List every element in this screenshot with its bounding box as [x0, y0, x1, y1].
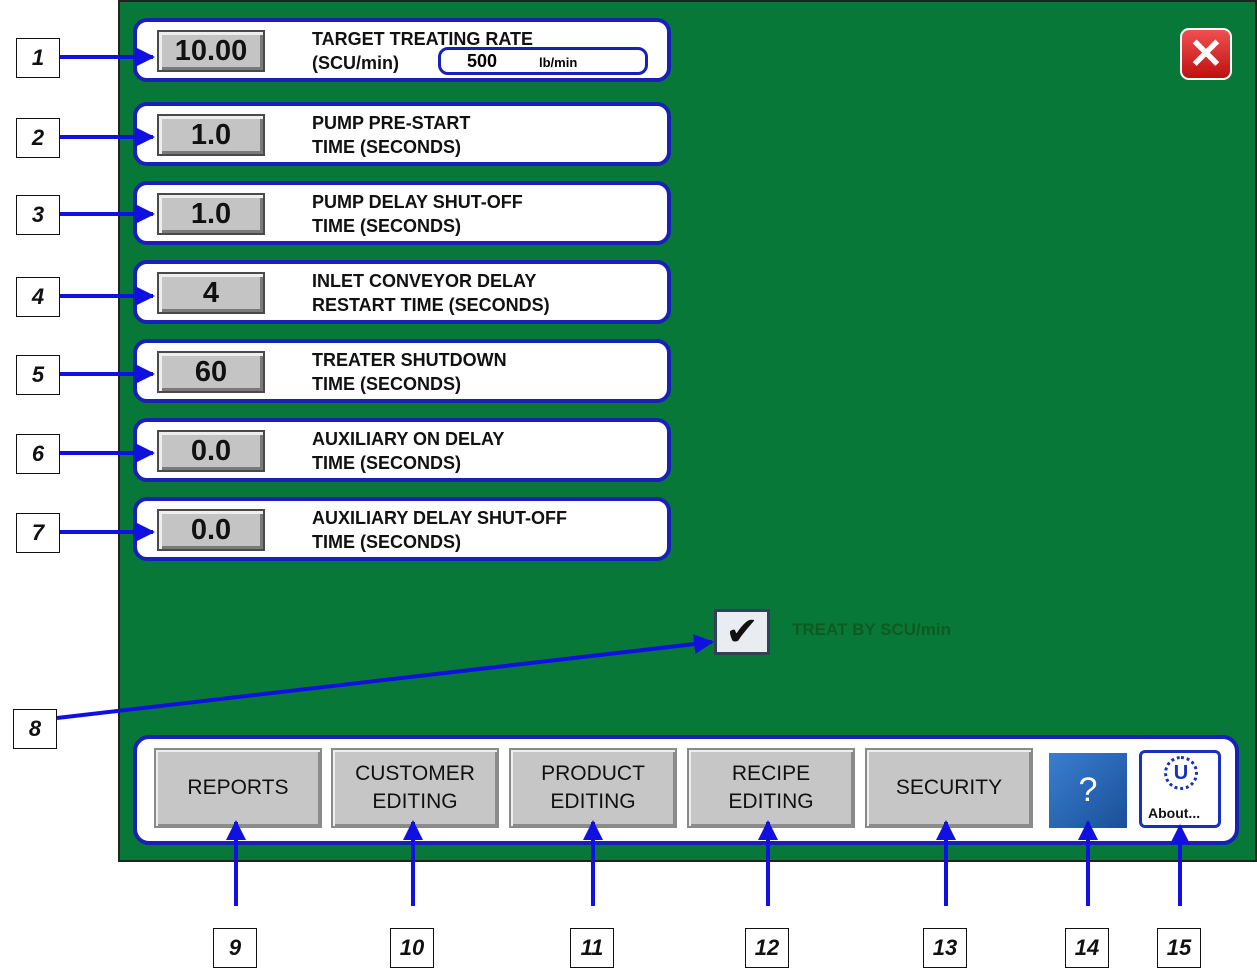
callout-6: 6: [16, 434, 60, 474]
callout-14: 14: [1065, 928, 1109, 968]
callout-10: 10: [390, 928, 434, 968]
callout-2: 2: [16, 118, 60, 158]
rate-value: 500: [467, 51, 498, 71]
pump-pre-start-label: PUMP PRE-START TIME (SECONDS): [312, 113, 471, 157]
callout-9: 9: [213, 928, 257, 968]
callout-1: 1: [16, 38, 60, 78]
treat-by-scu-checkbox[interactable]: ✔: [714, 609, 770, 655]
recipe-editing-button[interactable]: RECIPE EDITING: [687, 748, 855, 828]
callout-11: 11: [570, 928, 614, 968]
setting-row-inlet-conveyor-delay: 4 INLET CONVEYOR DELAY RESTART TIME (SEC…: [133, 260, 671, 324]
pump-delay-shut-off-value-button[interactable]: 1.0: [157, 193, 265, 235]
close-icon[interactable]: ✕: [1180, 28, 1232, 80]
callout-4: 4: [16, 277, 60, 317]
callout-13: 13: [923, 928, 967, 968]
callout-15: 15: [1157, 928, 1201, 968]
callout-3: 3: [16, 195, 60, 235]
pump-pre-start-value-button[interactable]: 1.0: [157, 114, 265, 156]
about-label: About...: [1148, 805, 1201, 821]
setting-row-target-treating-rate: 10.00 TARGET TREATING RATE (SCU/min) 500…: [133, 18, 671, 82]
treater-shutdown-value-button[interactable]: 60: [157, 351, 265, 393]
setting-row-pump-pre-start: 1.0 PUMP PRE-START TIME (SECONDS): [133, 102, 671, 166]
setting-row-auxiliary-delay-shut-off: 0.0 AUXILIARY DELAY SHUT-OFF TIME (SECON…: [133, 497, 671, 561]
pump-delay-shut-off-label: PUMP DELAY SHUT-OFF TIME (SECONDS): [312, 192, 523, 236]
inlet-conveyor-delay-value-button[interactable]: 4: [157, 272, 265, 314]
callout-8: 8: [13, 709, 57, 749]
callout-12: 12: [745, 928, 789, 968]
callout-5: 5: [16, 355, 60, 395]
security-button[interactable]: SECURITY: [865, 748, 1033, 828]
about-button[interactable]: U About...: [1139, 750, 1221, 828]
callout-7: 7: [16, 513, 60, 553]
customer-editing-button[interactable]: CUSTOMER EDITING: [331, 748, 499, 828]
help-icon: ?: [1078, 771, 1098, 809]
target-treating-rate-value-button[interactable]: 10.00: [157, 30, 265, 72]
auxiliary-delay-shut-off-label: AUXILIARY DELAY SHUT-OFF TIME (SECONDS): [312, 508, 568, 552]
treater-shutdown-label: TREATER SHUTDOWN TIME (SECONDS): [312, 350, 507, 394]
unverferth-logo-icon: U: [1164, 756, 1198, 790]
auxiliary-on-delay-label: AUXILIARY ON DELAY TIME (SECONDS): [312, 429, 505, 473]
rate-unit: lb/min: [539, 55, 578, 70]
setting-row-auxiliary-on-delay: 0.0 AUXILIARY ON DELAY TIME (SECONDS): [133, 418, 671, 482]
treat-by-scu-label: TREAT BY SCU/min: [792, 620, 951, 639]
setting-row-treater-shutdown: 60 TREATER SHUTDOWN TIME (SECONDS): [133, 339, 671, 403]
auxiliary-delay-shut-off-value-button[interactable]: 0.0: [157, 509, 265, 551]
product-editing-button[interactable]: PRODUCT EDITING: [509, 748, 677, 828]
rate-display: 500 lb/min: [438, 47, 648, 75]
help-button[interactable]: ?: [1049, 753, 1127, 828]
auxiliary-on-delay-value-button[interactable]: 0.0: [157, 430, 265, 472]
inlet-conveyor-delay-label: INLET CONVEYOR DELAY RESTART TIME (SECON…: [312, 271, 550, 315]
setting-row-pump-delay-shut-off: 1.0 PUMP DELAY SHUT-OFF TIME (SECONDS): [133, 181, 671, 245]
reports-button[interactable]: REPORTS: [154, 748, 322, 828]
